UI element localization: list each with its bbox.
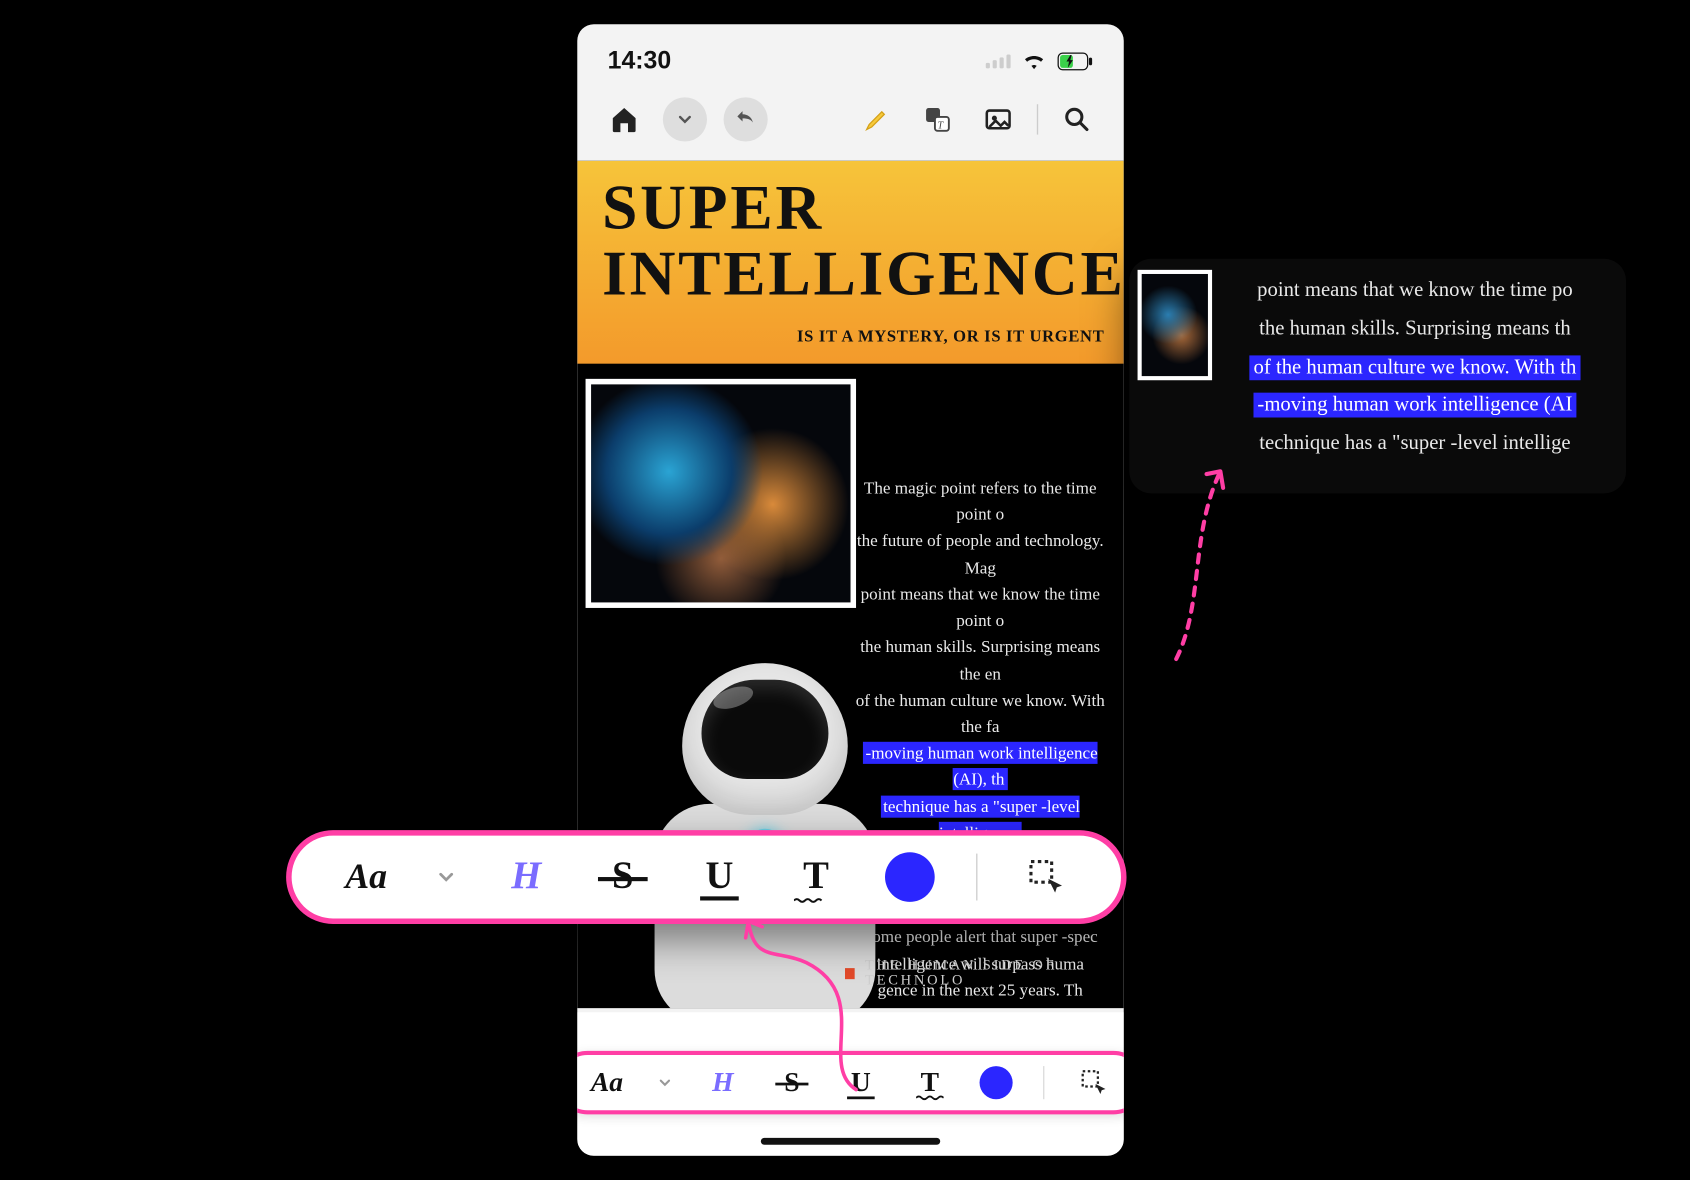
banner: SUPERINTELLIGENCE IS IT A MYSTERY, OR IS… (577, 161, 1123, 363)
chevron-down-icon[interactable] (435, 866, 457, 888)
format-toolbar-large: Aa H S U T (286, 830, 1126, 924)
toolbar-divider (1043, 1066, 1044, 1099)
text-preview-popover: point means that we know the time po the… (1129, 259, 1626, 494)
toolbar-divider (976, 854, 977, 901)
highlighted-text: -moving human work intelligence (AI (1253, 393, 1576, 418)
doc-subline: IS IT A MYSTERY, OR IS IT URGENT (797, 326, 1104, 347)
phone-frame: 14:30 T SUPERINTELLIGEN (577, 24, 1123, 1156)
astronaut-image (613, 649, 917, 1008)
doc-title: SUPERINTELLIGENCE (602, 175, 1099, 308)
chevron-down-button[interactable] (663, 97, 707, 141)
text-style-button[interactable]: T (915, 97, 959, 141)
area-select-button[interactable] (1075, 1063, 1114, 1102)
home-button[interactable] (602, 97, 646, 141)
status-time: 14:30 (608, 46, 672, 75)
format-toolbar-small: Aa H S U T (577, 1051, 1123, 1114)
strikethrough-button[interactable]: S (595, 849, 650, 904)
app-toolbar: T (577, 84, 1123, 161)
font-style-button[interactable]: Aa (588, 1063, 627, 1102)
undo-button[interactable] (724, 97, 768, 141)
color-picker-button[interactable] (980, 1066, 1013, 1099)
color-picker-button[interactable] (885, 852, 935, 902)
underline-button[interactable]: U (692, 849, 747, 904)
phone-bottom-bar: Aa H S U T (577, 1012, 1123, 1156)
underline-button[interactable]: U (842, 1063, 881, 1102)
footer-tag: THE HUMAN SIDE OF TECHNOLO (845, 958, 1107, 988)
highlight-tool-button[interactable]: H (704, 1063, 743, 1102)
cellular-icon (986, 54, 1011, 68)
strikethrough-button[interactable]: S (773, 1063, 812, 1102)
chevron-down-icon[interactable] (657, 1074, 674, 1091)
status-bar: 14:30 (577, 24, 1123, 83)
battery-charging-icon (1058, 51, 1094, 70)
search-button[interactable] (1055, 97, 1099, 141)
highlighter-button[interactable] (855, 97, 899, 141)
home-indicator[interactable] (761, 1138, 940, 1145)
font-style-button[interactable]: Aa (339, 849, 394, 904)
image-button[interactable] (976, 97, 1020, 141)
nebula-image (586, 379, 856, 608)
mini-nebula-image (1138, 270, 1213, 380)
highlighted-text: of the human culture we know. With th (1249, 355, 1580, 380)
squiggly-underline-button[interactable]: T (788, 849, 843, 904)
toolbar-divider (1037, 104, 1038, 134)
footer-square-icon (845, 968, 854, 979)
wifi-icon (1022, 51, 1047, 70)
squiggly-underline-button[interactable]: T (911, 1063, 950, 1102)
area-select-button[interactable] (1019, 849, 1074, 904)
highlight-tool-button[interactable]: H (499, 849, 554, 904)
